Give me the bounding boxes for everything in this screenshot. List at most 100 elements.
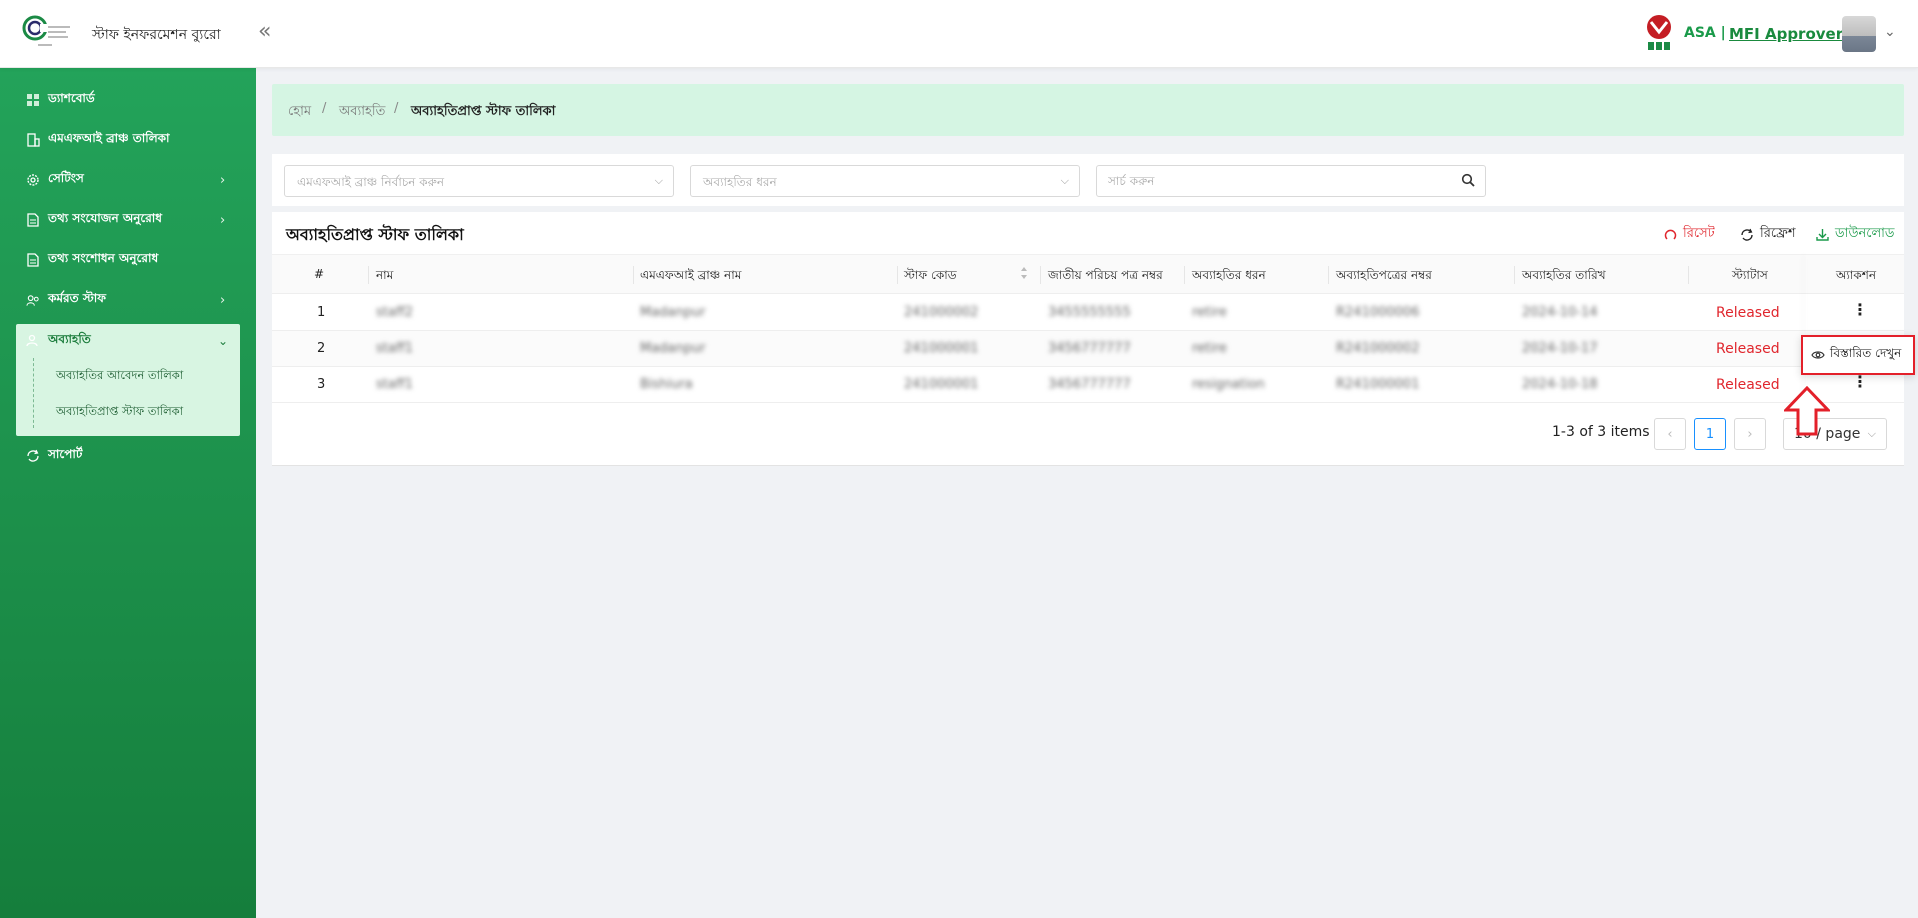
sidebar-item-dashboard[interactable]: ড্যাশবোর্ড bbox=[0, 82, 256, 118]
row-number: 3 bbox=[317, 377, 326, 392]
sidebar-item-edit-info-request[interactable]: তথ্য সংশোধন অনুরোধ bbox=[0, 242, 256, 278]
sidebar-item-working-staff[interactable]: কর্মরত স্টাফ › bbox=[0, 282, 256, 318]
nid-number: 3456777777 bbox=[1048, 341, 1131, 356]
refresh-label: রিফ্রেশ bbox=[1760, 226, 1796, 241]
release-date: 2024-10-17 bbox=[1522, 341, 1598, 356]
released-staff-card: অব্যাহতিপ্রাপ্ত স্টাফ তালিকা রিসেট রিফ্র… bbox=[272, 212, 1904, 466]
annotation-arrow-icon bbox=[1782, 385, 1832, 436]
chevron-right-icon: › bbox=[1747, 426, 1753, 442]
table-header: # নাম এমএফআই ব্রাঞ্চ নাম স্টাফ কোড জাতীয… bbox=[272, 254, 1904, 294]
breadcrumb-separator: / bbox=[394, 101, 399, 116]
release-letter-number: R241000006 bbox=[1336, 305, 1420, 320]
download-button[interactable]: ডাউনলোড bbox=[1816, 224, 1894, 245]
refresh-icon bbox=[1740, 228, 1754, 242]
chevron-down-icon: ⌄ bbox=[218, 334, 229, 348]
sidebar-subitem-released-staff[interactable]: অব্যাহতিপ্রাপ্ত স্টাফ তালিকা bbox=[56, 403, 183, 422]
users-icon bbox=[26, 293, 40, 307]
filter-bar: এমএফআই ব্রাঞ্চ নির্বাচন করুন ⌵ অব্যাহতির… bbox=[272, 154, 1904, 206]
sidebar-item-label: সাপোর্ট bbox=[48, 447, 83, 461]
sidebar-item-label: তথ্য সংযোজন অনুরোধ bbox=[48, 211, 162, 225]
row-actions-button[interactable]: ⋮ bbox=[1852, 302, 1868, 318]
sidebar-item-settings[interactable]: সেটিংস › bbox=[0, 162, 256, 198]
user-minus-icon bbox=[26, 334, 40, 348]
sidebar-item-label: অব্যাহতি bbox=[48, 332, 91, 346]
branch-name: Bishiura bbox=[640, 377, 693, 392]
reset-label: রিসেট bbox=[1683, 226, 1715, 241]
search-input[interactable] bbox=[1108, 174, 1448, 188]
chevron-right-icon: › bbox=[220, 172, 226, 188]
branch-select-placeholder: এমএফআই ব্রাঞ্চ নির্বাচন করুন bbox=[297, 175, 445, 189]
branch-select[interactable]: এমএফআই ব্রাঞ্চ নির্বাচন করুন ⌵ bbox=[284, 165, 674, 197]
gear-icon bbox=[26, 173, 40, 187]
dashboard-icon bbox=[26, 93, 40, 107]
next-page-button[interactable]: › bbox=[1734, 418, 1766, 450]
sidebar-item-add-info-request[interactable]: তথ্য সংযোজন অনুরোধ › bbox=[0, 202, 256, 238]
refresh-button[interactable]: রিফ্রেশ bbox=[1740, 224, 1796, 245]
branch-name: Madanpur bbox=[640, 341, 706, 356]
column-header: # bbox=[314, 267, 325, 281]
download-label: ডাউনলোড bbox=[1835, 226, 1895, 241]
sidebar-subitem-release-applications[interactable]: অব্যাহতির আবেদন তালিকা bbox=[56, 367, 183, 386]
download-icon bbox=[1816, 228, 1829, 241]
column-header: অ্যাকশন bbox=[1836, 268, 1877, 282]
refresh-icon bbox=[26, 449, 40, 463]
reset-icon bbox=[1664, 228, 1677, 241]
chevron-down-icon: ⌵ bbox=[654, 174, 663, 187]
release-type: retire bbox=[1192, 341, 1227, 356]
status-badge: Released bbox=[1716, 341, 1780, 357]
column-header-sortable[interactable]: স্টাফ কোড bbox=[904, 267, 957, 287]
chevron-down-icon[interactable]: ⌄ bbox=[1884, 24, 1896, 40]
branch-name: Madanpur bbox=[640, 305, 706, 320]
eye-icon bbox=[1811, 350, 1825, 360]
user-avatar[interactable] bbox=[1842, 16, 1876, 52]
staff-code: 241000002 bbox=[904, 305, 979, 320]
staff-name: staff1 bbox=[376, 341, 414, 356]
column-header: এমএফআই ব্রাঞ্চ নাম bbox=[640, 268, 742, 282]
page-1-button[interactable]: 1 bbox=[1694, 418, 1726, 450]
reset-button[interactable]: রিসেট bbox=[1664, 224, 1715, 245]
row-number: 2 bbox=[317, 341, 326, 356]
release-letter-number: R241000002 bbox=[1336, 341, 1420, 356]
sidebar-item-branch-list[interactable]: এমএফআই ব্রাঞ্চ তালিকা bbox=[0, 122, 256, 158]
table-title: অব্যাহতিপ্রাপ্ত স্টাফ তালিকা bbox=[286, 225, 464, 244]
sort-icon[interactable] bbox=[1020, 265, 1028, 285]
breadcrumb-home[interactable]: হোম bbox=[288, 102, 311, 123]
view-details-menu-item[interactable]: বিস্তারিত দেখুন bbox=[1801, 335, 1915, 375]
document-icon bbox=[26, 253, 40, 267]
status-badge: Released bbox=[1716, 377, 1780, 393]
prev-page-button[interactable]: ‹ bbox=[1654, 418, 1686, 450]
sidebar-item-support[interactable]: সাপোর্ট bbox=[0, 438, 256, 474]
chevron-down-icon: ⌵ bbox=[1060, 174, 1069, 187]
pagination-summary: 1-3 of 3 items bbox=[1552, 424, 1650, 440]
app-title: স্টাফ ইনফরমেশন ব্যুরো bbox=[92, 27, 221, 43]
mra-logo bbox=[22, 14, 74, 52]
breadcrumb-release[interactable]: অব্যাহতি bbox=[339, 102, 385, 123]
row-actions-button[interactable]: ⋮ bbox=[1852, 374, 1868, 390]
asa-logo bbox=[1642, 14, 1676, 52]
release-type: resignation bbox=[1192, 377, 1265, 392]
status-badge: Released bbox=[1716, 305, 1780, 321]
column-header: জাতীয় পরিচয় পত্র নম্বর bbox=[1048, 268, 1163, 282]
breadcrumb-current: অব্যাহতিপ্রাপ্ত স্টাফ তালিকা bbox=[411, 104, 556, 119]
sidebar-item-release[interactable]: অব্যাহতি ⌄ bbox=[16, 324, 240, 358]
release-type: retire bbox=[1192, 305, 1227, 320]
release-type-select[interactable]: অব্যাহতির ধরন ⌵ bbox=[690, 165, 1080, 197]
submenu-guide-line bbox=[33, 358, 34, 428]
collapse-sidebar-button[interactable]: « bbox=[258, 20, 271, 44]
column-header: স্ট্যাটাস bbox=[1732, 268, 1768, 282]
user-role-link[interactable]: MFI Approver bbox=[1729, 25, 1843, 43]
sidebar-group-release: অব্যাহতি ⌄ অব্যাহতির আবেদন তালিকা অব্যাহ… bbox=[16, 324, 240, 436]
breadcrumb: হোম / অব্যাহতি / অব্যাহতিপ্রাপ্ত স্টাফ ত… bbox=[272, 84, 1904, 136]
sidebar-item-label: কর্মরত স্টাফ bbox=[48, 291, 106, 305]
breadcrumb-separator: / bbox=[322, 101, 327, 116]
column-header: অব্যাহতির ধরন bbox=[1192, 268, 1266, 282]
chevron-right-icon: › bbox=[220, 292, 226, 308]
view-details-label: বিস্তারিত দেখুন bbox=[1830, 346, 1902, 360]
search-icon[interactable] bbox=[1461, 173, 1477, 189]
column-header: নাম bbox=[376, 268, 394, 282]
sidebar: ড্যাশবোর্ড এমএফআই ব্রাঞ্চ তালিকা সেটিংস … bbox=[0, 68, 256, 918]
staff-code: 241000001 bbox=[904, 341, 979, 356]
staff-code: 241000001 bbox=[904, 377, 979, 392]
release-letter-number: R241000001 bbox=[1336, 377, 1420, 392]
fixed-column-shadow bbox=[1806, 254, 1807, 402]
